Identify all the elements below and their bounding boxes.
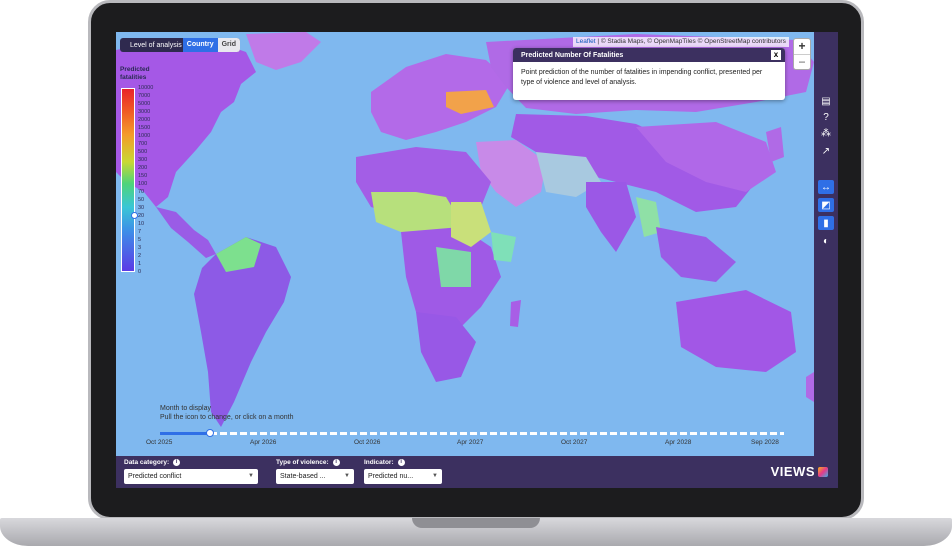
attribution-leaflet-link[interactable]: Leaflet [576, 38, 596, 45]
book-icon[interactable]: ▤ [818, 94, 834, 108]
legend-tick-label: 5 [138, 237, 142, 243]
panel-icon[interactable]: ▮ [818, 216, 834, 230]
legend-tick-label: 10 [138, 221, 145, 227]
timeline-tick-label[interactable]: Sep 2028 [751, 439, 779, 446]
popup-title: Predicted Number Of Fatalities [521, 51, 624, 59]
month-slider-handle[interactable] [205, 429, 214, 437]
chevron-down-icon: ▼ [432, 473, 438, 479]
indicator-label: Indicator: i [364, 459, 405, 466]
logo-mark-icon [818, 466, 828, 477]
zoom-out-button[interactable]: − [794, 53, 810, 70]
legend-marker [131, 212, 138, 219]
indicator-value: Predicted nu... [368, 473, 414, 480]
timeline-tick-label[interactable]: Apr 2026 [250, 439, 276, 446]
data-category-value: Predicted conflict [128, 473, 182, 480]
app-screen: Leaflet | © Stadia Maps, © OpenMapTiles … [116, 32, 838, 488]
legend-tick-label: 7000 [138, 93, 151, 99]
info-icon[interactable]: i [173, 459, 181, 466]
legend-tick-label: 3 [138, 245, 142, 251]
timeline-tick-label[interactable]: Apr 2027 [457, 439, 483, 446]
image-icon[interactable]: ◩ [818, 198, 834, 212]
legend-tick-label: 500 [138, 149, 148, 155]
violence-type-label: Type of violence: i [276, 459, 340, 466]
legend-tick-label: 1000 [138, 133, 151, 139]
tool-rail: ▤? ⁂ ↗ ↔ ◩ ▮ ◐ [814, 32, 838, 456]
contrast-icon[interactable]: ◐ [818, 234, 834, 248]
legend-tick-label: 200 [138, 165, 148, 171]
legend-title: Predicted fatalities [120, 66, 150, 81]
zoom-control: + − [793, 38, 811, 70]
timeline-tick-label[interactable]: Oct 2025 [146, 439, 172, 446]
legend-tick-label: 20 [138, 213, 145, 219]
level-of-analysis-control: Level of analysis Country Grid [120, 38, 240, 52]
legend-tick-label: 3000 [138, 109, 151, 115]
brand-text: VIEWS [770, 464, 815, 479]
legend-tick-label: 2000 [138, 117, 151, 123]
month-to-display-title: Month to display [160, 405, 211, 412]
month-slider-track[interactable] [160, 432, 784, 435]
indicator-select[interactable]: Predicted nu... ▼ [364, 469, 442, 484]
chevron-down-icon: ▼ [248, 473, 254, 479]
views-logo: VIEWS [771, 464, 828, 479]
popup-body: Point prediction of the number of fatali… [521, 69, 763, 86]
data-category-label: Data category: i [124, 459, 181, 466]
legend-tick-label: 0 [138, 269, 142, 275]
legend-tick-label: 300 [138, 157, 148, 163]
timeline-tick-label[interactable]: Apr 2028 [665, 439, 691, 446]
new-zealand [806, 372, 814, 402]
timeline-tick-label[interactable]: Oct 2027 [561, 439, 587, 446]
data-category-select[interactable]: Predicted conflict ▼ [124, 469, 258, 484]
legend-tick-label: 700 [138, 141, 148, 147]
violence-type-label-text: Type of violence: [276, 459, 329, 466]
legend-tick-label: 1500 [138, 125, 151, 131]
legend-tick-label: 5000 [138, 101, 151, 107]
info-icon[interactable]: i [332, 459, 340, 466]
chart-icon[interactable]: ↗ [818, 144, 834, 158]
violence-type-value: State-based ... [280, 473, 326, 480]
legend-tick-label: 10000 [138, 85, 154, 91]
legend-tick-label: 1 [138, 261, 142, 267]
legend-tick-label: 2 [138, 253, 142, 259]
legend-color-scale [121, 88, 135, 272]
popup-header: Predicted Number Of Fatalities x [513, 48, 785, 62]
legend-tick-label: 70 [138, 189, 145, 195]
laptop-notch [412, 518, 540, 528]
level-option-country[interactable]: Country [182, 38, 218, 52]
level-of-analysis-label: Level of analysis [130, 41, 182, 49]
map-attribution: Leaflet | © Stadia Maps, © OpenMapTiles … [573, 37, 789, 47]
attribution-text: | © Stadia Maps, © OpenMapTiles © OpenSt… [595, 38, 786, 45]
congo [436, 247, 471, 287]
zoom-in-button[interactable]: + [794, 39, 810, 54]
share-icon[interactable]: ⁂ [818, 126, 834, 140]
help-icon[interactable]: ? [818, 110, 834, 124]
legend-tick-label: 7 [138, 229, 142, 235]
chevron-down-icon: ▼ [344, 473, 350, 479]
info-popup: Predicted Number Of Fatalities x Point p… [513, 48, 785, 100]
bottom-control-bar: Data category: i Predicted conflict ▼ Ty… [116, 456, 838, 488]
month-slider-fill [160, 432, 210, 435]
violence-type-select[interactable]: State-based ... ▼ [276, 469, 354, 484]
data-category-label-text: Data category: [124, 459, 170, 466]
legend-tick-label: 100 [138, 181, 148, 187]
legend-tick-label: 50 [138, 197, 145, 203]
popup-close-button[interactable]: x [771, 50, 781, 60]
resize-width-icon[interactable]: ↔ [818, 180, 834, 194]
info-icon[interactable]: i [397, 459, 405, 466]
timeline-tick-label[interactable]: Oct 2026 [354, 439, 380, 446]
indicator-label-text: Indicator: [364, 459, 394, 466]
level-option-grid[interactable]: Grid [217, 38, 240, 52]
legend-tick-label: 30 [138, 205, 145, 211]
legend-tick-label: 150 [138, 173, 148, 179]
month-slider-hint: Pull the icon to change, or click on a m… [160, 414, 294, 421]
legend-ticks: 10000 7000 5000 3000 2000 1500 1000 700 500 300 20… [138, 85, 162, 275]
